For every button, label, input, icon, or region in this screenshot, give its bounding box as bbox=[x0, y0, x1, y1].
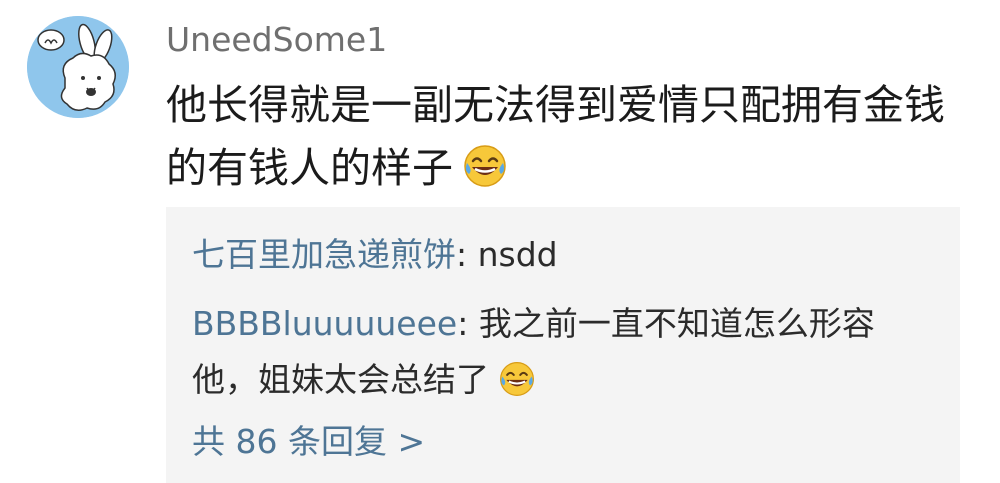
comment-body: 他长得就是一副无法得到爱情只配拥有金钱的有钱人的样子 bbox=[166, 74, 966, 200]
laugh-cry-emoji-icon bbox=[499, 361, 535, 397]
laugh-cry-emoji-icon bbox=[463, 144, 507, 188]
avatar[interactable] bbox=[27, 16, 129, 118]
reply-author[interactable]: BBBBluuuuueee bbox=[192, 304, 457, 343]
comment-username[interactable]: UneedSome1 bbox=[166, 20, 387, 60]
reply-item: BBBBluuuuueee: 我之前一直不知道怎么形容他，姐妹太会总结了 bbox=[192, 296, 932, 408]
reply-author[interactable]: 七百里加急递煎饼 bbox=[192, 235, 456, 274]
reply-separator: : bbox=[457, 304, 479, 343]
reply-text: nsdd bbox=[477, 235, 558, 274]
reply-separator: : bbox=[456, 235, 478, 274]
rabbit-avatar-icon bbox=[27, 16, 129, 118]
comment-text: 他长得就是一副无法得到爱情只配拥有金钱的有钱人的样子 bbox=[166, 81, 945, 192]
reply-list: 七百里加急递煎饼: nsdd BBBBluuuuueee: 我之前一直不知道怎么… bbox=[166, 207, 960, 483]
more-replies-link[interactable]: 共 86 条回复 > bbox=[192, 420, 425, 464]
reply-item: 七百里加急递煎饼: nsdd bbox=[192, 227, 932, 283]
